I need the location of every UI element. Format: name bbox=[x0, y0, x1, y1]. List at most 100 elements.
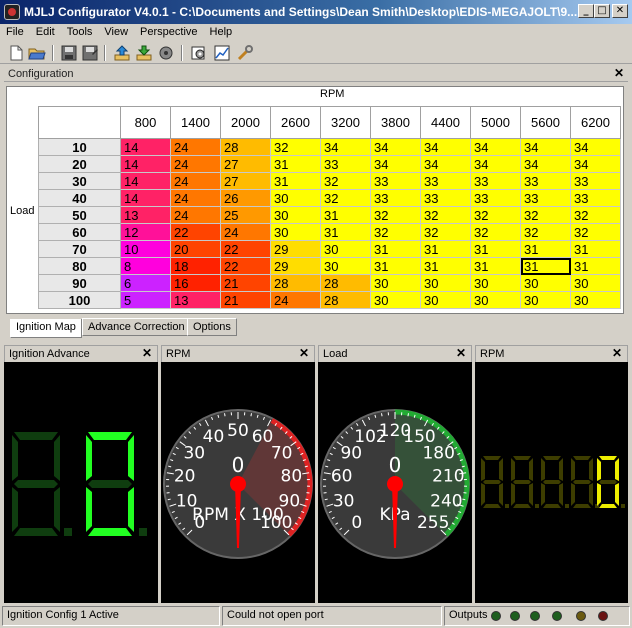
map-cell[interactable]: 32 bbox=[270, 138, 321, 156]
map-cell[interactable]: 22 bbox=[220, 257, 271, 275]
map-cell[interactable]: 31 bbox=[520, 240, 571, 258]
map-cell[interactable]: 34 bbox=[520, 138, 571, 156]
load-bin-header[interactable]: 70 bbox=[38, 240, 121, 258]
map-cell[interactable]: 32 bbox=[470, 206, 521, 224]
map-cell[interactable]: 30 bbox=[570, 274, 621, 292]
tab-options[interactable]: Options bbox=[187, 318, 237, 336]
map-cell[interactable]: 30 bbox=[420, 291, 471, 309]
rpm-bin-header[interactable]: 5000 bbox=[470, 106, 521, 139]
map-cell[interactable]: 33 bbox=[420, 172, 471, 190]
rpm-bin-header[interactable]: 5600 bbox=[520, 106, 571, 139]
map-cell[interactable]: 31 bbox=[420, 240, 471, 258]
map-cell[interactable]: 24 bbox=[170, 155, 221, 173]
load-bin-header[interactable]: 100 bbox=[38, 291, 121, 309]
map-cell[interactable]: 34 bbox=[470, 138, 521, 156]
load-bin-header[interactable]: 90 bbox=[38, 274, 121, 292]
map-cell[interactable]: 27 bbox=[220, 172, 271, 190]
map-cell[interactable]: 18 bbox=[170, 257, 221, 275]
map-cell[interactable]: 31 bbox=[370, 257, 421, 275]
map-cell[interactable]: 32 bbox=[570, 206, 621, 224]
map-cell[interactable]: 33 bbox=[470, 189, 521, 207]
menu-edit[interactable]: Edit bbox=[30, 24, 61, 38]
map-cell[interactable]: 31 bbox=[370, 240, 421, 258]
map-cell[interactable]: 28 bbox=[320, 274, 371, 292]
map-cell[interactable]: 16 bbox=[170, 274, 221, 292]
map-cell[interactable]: 12 bbox=[120, 223, 171, 241]
map-cell[interactable]: 14 bbox=[120, 155, 171, 173]
tools-icon[interactable] bbox=[236, 44, 254, 62]
menu-view[interactable]: View bbox=[98, 24, 134, 38]
map-cell[interactable]: 24 bbox=[170, 138, 221, 156]
map-cell[interactable]: 31 bbox=[320, 223, 371, 241]
map-cell[interactable]: 33 bbox=[570, 189, 621, 207]
load-bin-header[interactable]: 40 bbox=[38, 189, 121, 207]
map-cell[interactable]: 33 bbox=[520, 189, 571, 207]
map-cell[interactable]: 31 bbox=[420, 257, 471, 275]
map-cell[interactable]: 34 bbox=[570, 138, 621, 156]
map-cell[interactable]: 22 bbox=[170, 223, 221, 241]
map-cell[interactable]: 28 bbox=[320, 291, 371, 309]
map-cell[interactable]: 30 bbox=[420, 274, 471, 292]
map-cell[interactable]: 34 bbox=[420, 138, 471, 156]
map-cell[interactable]: 32 bbox=[320, 172, 371, 190]
map-cell[interactable]: 31 bbox=[470, 257, 521, 275]
map-cell[interactable]: 30 bbox=[320, 257, 371, 275]
map-cell[interactable]: 31 bbox=[570, 257, 621, 275]
new-file-icon[interactable] bbox=[7, 44, 25, 62]
map-cell[interactable]: 30 bbox=[270, 223, 321, 241]
upload-icon[interactable] bbox=[113, 44, 131, 62]
map-cell[interactable]: 30 bbox=[270, 206, 321, 224]
map-cell[interactable]: 30 bbox=[570, 291, 621, 309]
rpm-bin-header[interactable]: 3800 bbox=[370, 106, 421, 139]
load-bin-header[interactable]: 20 bbox=[38, 155, 121, 173]
map-cell[interactable]: 13 bbox=[170, 291, 221, 309]
map-cell[interactable]: 33 bbox=[520, 172, 571, 190]
map-cell[interactable]: 34 bbox=[370, 155, 421, 173]
map-cell[interactable]: 33 bbox=[370, 172, 421, 190]
map-cell[interactable]: 22 bbox=[220, 240, 271, 258]
map-cell[interactable]: 33 bbox=[470, 172, 521, 190]
map-cell[interactable]: 30 bbox=[370, 274, 421, 292]
load-bin-header[interactable]: 80 bbox=[38, 257, 121, 275]
map-cell[interactable]: 14 bbox=[120, 138, 171, 156]
chart-icon[interactable] bbox=[213, 44, 231, 62]
menu-perspective[interactable]: Perspective bbox=[134, 24, 203, 38]
menu-help[interactable]: Help bbox=[204, 24, 239, 38]
close-button[interactable]: ✕ bbox=[612, 4, 628, 18]
map-cell[interactable]: 30 bbox=[320, 240, 371, 258]
map-cell[interactable]: 32 bbox=[320, 189, 371, 207]
rpm-bin-header[interactable]: 4400 bbox=[420, 106, 471, 139]
map-cell[interactable]: 31 bbox=[520, 257, 571, 275]
map-cell[interactable]: 30 bbox=[470, 274, 521, 292]
map-cell[interactable]: 33 bbox=[570, 172, 621, 190]
load-dial-close-icon[interactable]: ✕ bbox=[456, 346, 466, 360]
rpm-bin-header[interactable]: 6200 bbox=[570, 106, 621, 139]
map-cell[interactable]: 34 bbox=[320, 138, 371, 156]
map-cell[interactable]: 32 bbox=[520, 206, 571, 224]
menu-tools[interactable]: Tools bbox=[61, 24, 99, 38]
map-cell[interactable]: 33 bbox=[320, 155, 371, 173]
map-cell[interactable]: 34 bbox=[420, 155, 471, 173]
menu-file[interactable]: File bbox=[0, 24, 30, 38]
map-cell[interactable]: 24 bbox=[170, 189, 221, 207]
map-cell[interactable]: 21 bbox=[220, 291, 271, 309]
map-cell[interactable]: 30 bbox=[520, 291, 571, 309]
open-folder-icon[interactable] bbox=[28, 44, 46, 62]
map-cell[interactable]: 25 bbox=[220, 206, 271, 224]
map-cell[interactable]: 8 bbox=[120, 257, 171, 275]
map-cell[interactable]: 34 bbox=[470, 155, 521, 173]
map-cell[interactable]: 29 bbox=[270, 257, 321, 275]
map-cell[interactable]: 21 bbox=[220, 274, 271, 292]
map-cell[interactable]: 14 bbox=[120, 189, 171, 207]
map-cell[interactable]: 31 bbox=[470, 240, 521, 258]
load-bin-header[interactable]: 10 bbox=[38, 138, 121, 156]
map-cell[interactable]: 5 bbox=[120, 291, 171, 309]
configuration-close-icon[interactable]: ✕ bbox=[614, 66, 624, 80]
rpm-dial-close-icon[interactable]: ✕ bbox=[299, 346, 309, 360]
download-icon[interactable] bbox=[135, 44, 153, 62]
map-cell[interactable]: 29 bbox=[270, 240, 321, 258]
map-cell[interactable]: 31 bbox=[320, 206, 371, 224]
map-cell[interactable]: 13 bbox=[120, 206, 171, 224]
map-cell[interactable]: 32 bbox=[370, 206, 421, 224]
map-cell[interactable]: 24 bbox=[170, 172, 221, 190]
